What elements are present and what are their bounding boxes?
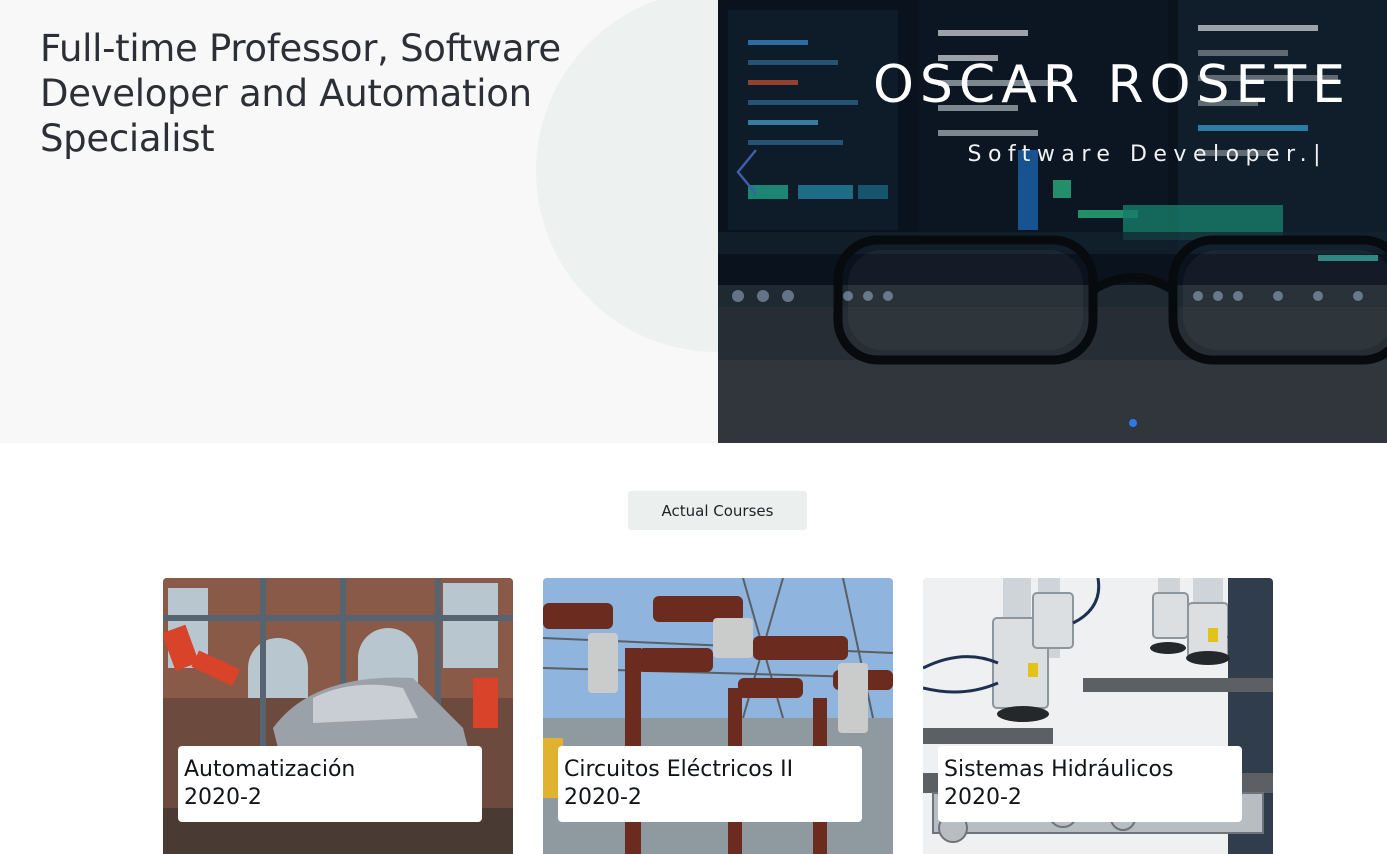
carousel-prev-button[interactable]: [726, 146, 760, 198]
hero-intro-panel: Full-time Professor, Software Developer …: [0, 0, 718, 443]
hero-name: OSCAR ROSETE: [872, 55, 1351, 115]
course-label: Automatización 2020-2: [178, 746, 482, 822]
course-card-automatizacion[interactable]: Automatización 2020-2: [163, 578, 513, 854]
carousel-indicator-dot[interactable]: [1129, 419, 1137, 427]
course-name: Automatización: [184, 757, 356, 782]
course-name: Sistemas Hidráulicos: [944, 757, 1174, 782]
course-label: Circuitos Eléctricos II 2020-2: [558, 746, 862, 822]
course-label: Sistemas Hidráulicos 2020-2: [938, 746, 1242, 822]
course-name: Circuitos Eléctricos II: [564, 757, 794, 782]
hero-section: Full-time Professor, Software Developer …: [0, 0, 1387, 443]
hero-carousel[interactable]: OSCAR ROSETE Software Developer.|: [718, 0, 1387, 443]
course-card-circuitos-electricos[interactable]: Circuitos Eléctricos II 2020-2: [543, 578, 893, 854]
chevron-left-icon: [736, 149, 757, 195]
course-term: 2020-2: [944, 785, 1022, 810]
hero-typed-role: Software Developer.|: [967, 142, 1327, 167]
hero-headline: Full-time Professor, Software Developer …: [40, 27, 561, 160]
course-term: 2020-2: [564, 785, 642, 810]
actual-courses-badge: Actual Courses: [628, 491, 807, 530]
course-card-sistemas-hidraulicos[interactable]: Sistemas Hidráulicos 2020-2: [923, 578, 1273, 854]
course-term: 2020-2: [184, 785, 262, 810]
